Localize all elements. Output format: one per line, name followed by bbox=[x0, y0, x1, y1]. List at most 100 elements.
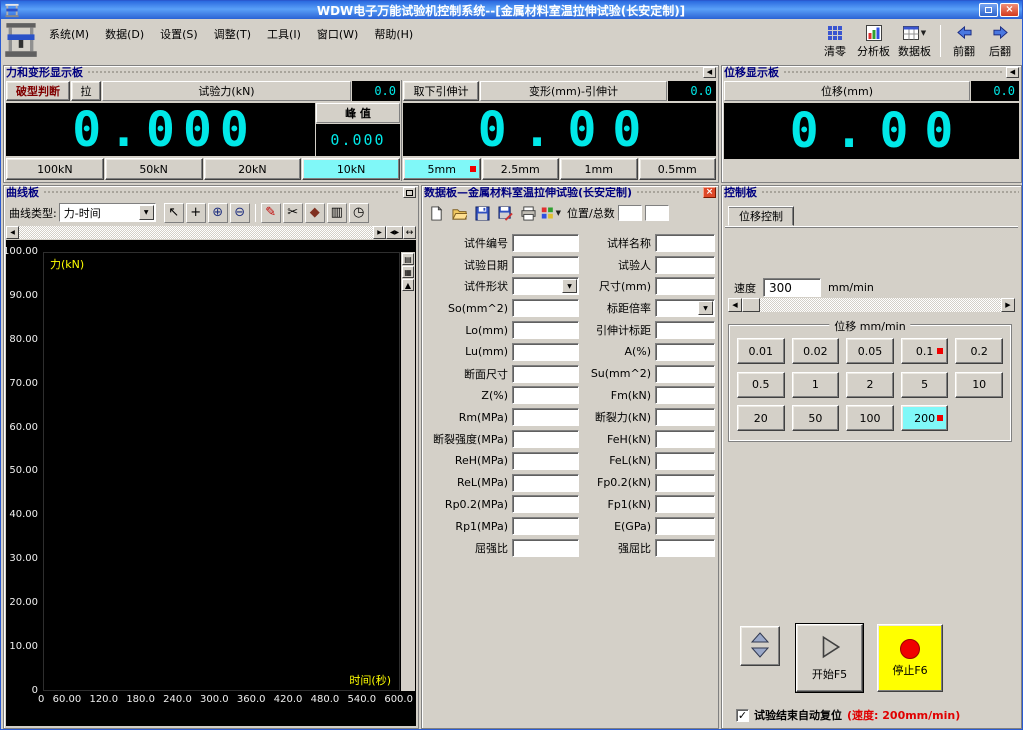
field-input[interactable] bbox=[512, 430, 579, 448]
clock-icon[interactable]: ◷ bbox=[349, 203, 369, 223]
field-input[interactable] bbox=[512, 343, 579, 361]
collapse-icon[interactable]: ◀ bbox=[703, 67, 716, 78]
curve-type-select[interactable]: 力-时间 ▼ bbox=[59, 203, 156, 222]
close-button[interactable]: × bbox=[1000, 3, 1019, 17]
save-icon[interactable] bbox=[472, 203, 492, 223]
field-input[interactable] bbox=[512, 365, 579, 383]
deform-range-button-1mm[interactable]: 1mm bbox=[560, 158, 638, 180]
field-input[interactable] bbox=[512, 256, 579, 274]
clear-zero-button[interactable]: 清零 bbox=[817, 21, 853, 61]
scroll-left-icon[interactable]: ◀ bbox=[728, 298, 742, 312]
crosshair-icon[interactable]: + bbox=[186, 203, 206, 223]
force-range-button-10kN[interactable]: 10kN bbox=[302, 158, 400, 180]
field-input[interactable] bbox=[655, 408, 715, 426]
field-input[interactable] bbox=[512, 408, 579, 426]
scroll-right-icon[interactable]: ▶ bbox=[1001, 298, 1015, 312]
field-input[interactable] bbox=[655, 495, 715, 513]
deform-range-button-2.5mm[interactable]: 2.5mm bbox=[482, 158, 560, 180]
field-input[interactable] bbox=[655, 234, 715, 252]
remove-extensometer-button[interactable]: 取下引伸计 bbox=[403, 81, 479, 101]
break-judge-button[interactable]: 破型判断 bbox=[6, 81, 70, 101]
print-icon[interactable] bbox=[518, 203, 538, 223]
speed-button-200[interactable]: 200 bbox=[901, 405, 949, 431]
deform-range-button-5mm[interactable]: 5mm bbox=[403, 158, 481, 180]
axis-grid-b-icon[interactable]: ▦ bbox=[402, 266, 414, 278]
field-input[interactable] bbox=[512, 234, 579, 252]
scrollbar-track[interactable] bbox=[760, 298, 1001, 312]
speed-input[interactable] bbox=[763, 278, 821, 297]
fit-width-icon[interactable]: ◀▶ bbox=[386, 226, 403, 239]
speed-button-20[interactable]: 20 bbox=[737, 405, 785, 431]
field-input[interactable] bbox=[655, 256, 715, 274]
speed-button-0.1[interactable]: 0.1 bbox=[901, 338, 949, 364]
page-next-button[interactable]: 后翻 bbox=[982, 21, 1018, 61]
speed-button-0.2[interactable]: 0.2 bbox=[955, 338, 1003, 364]
tension-button[interactable]: 拉 bbox=[71, 81, 101, 101]
speed-button-0.05[interactable]: 0.05 bbox=[846, 338, 894, 364]
start-button[interactable]: 开始F5 bbox=[796, 624, 863, 692]
marker-icon[interactable]: ◆ bbox=[305, 203, 325, 223]
dropdown-arrow-icon[interactable]: ▼ bbox=[556, 209, 561, 217]
field-input[interactable] bbox=[655, 386, 715, 404]
new-record-icon[interactable] bbox=[426, 203, 446, 223]
page-prev-button[interactable]: 前翻 bbox=[946, 21, 982, 61]
dropdown-arrow-icon[interactable]: ▼ bbox=[698, 301, 713, 315]
deform-range-button-0.5mm[interactable]: 0.5mm bbox=[639, 158, 717, 180]
field-input[interactable] bbox=[655, 277, 715, 295]
speed-button-1[interactable]: 1 bbox=[792, 372, 840, 398]
data-board-button[interactable]: ▼ 数据板 bbox=[894, 21, 935, 61]
field-input[interactable] bbox=[512, 452, 579, 470]
field-input[interactable] bbox=[512, 474, 579, 492]
dropdown-arrow-icon[interactable]: ▼ bbox=[562, 279, 577, 293]
force-range-button-50kN[interactable]: 50kN bbox=[105, 158, 203, 180]
pen-icon[interactable]: ✎ bbox=[261, 203, 281, 223]
field-input[interactable] bbox=[655, 539, 715, 557]
zoom-in-icon[interactable]: ⊕ bbox=[208, 203, 228, 223]
speed-button-10[interactable]: 10 bbox=[955, 372, 1003, 398]
field-input[interactable] bbox=[512, 386, 579, 404]
export-icon[interactable] bbox=[495, 203, 515, 223]
field-input[interactable] bbox=[512, 299, 579, 317]
speed-button-50[interactable]: 50 bbox=[792, 405, 840, 431]
field-input[interactable] bbox=[512, 495, 579, 513]
scrollbar-track[interactable] bbox=[19, 226, 373, 239]
field-input[interactable] bbox=[512, 517, 579, 535]
auto-reset-checkbox[interactable]: ✓ bbox=[736, 709, 749, 722]
field-input[interactable] bbox=[512, 321, 579, 339]
scrollbar-thumb[interactable] bbox=[742, 298, 760, 312]
speed-button-0.5[interactable]: 0.5 bbox=[737, 372, 785, 398]
restore-button[interactable] bbox=[979, 3, 998, 17]
scissors-icon[interactable]: ✂ bbox=[283, 203, 303, 223]
field-input[interactable] bbox=[655, 365, 715, 383]
force-range-button-20kN[interactable]: 20kN bbox=[204, 158, 302, 180]
cursor-icon[interactable]: ↖ bbox=[164, 203, 184, 223]
stop-button[interactable]: 停止F6 bbox=[877, 624, 943, 692]
speed-button-5[interactable]: 5 bbox=[901, 372, 949, 398]
menu-item[interactable]: 调整(T) bbox=[206, 23, 259, 45]
speed-button-100[interactable]: 100 bbox=[846, 405, 894, 431]
axis-grid-a-icon[interactable]: ▤ bbox=[402, 253, 414, 265]
open-file-icon[interactable] bbox=[449, 203, 469, 223]
speed-button-2[interactable]: 2 bbox=[846, 372, 894, 398]
menu-item[interactable]: 帮助(H) bbox=[366, 23, 421, 45]
tab-displacement-control[interactable]: 位移控制 bbox=[728, 206, 794, 226]
scroll-right-icon[interactable]: ▶ bbox=[373, 226, 386, 239]
field-input[interactable] bbox=[655, 321, 715, 339]
field-input[interactable] bbox=[655, 430, 715, 448]
dropdown-arrow-icon[interactable]: ▼ bbox=[139, 205, 154, 220]
menu-item[interactable]: 数据(D) bbox=[97, 23, 152, 45]
palette-icon[interactable]: ▼ bbox=[541, 203, 561, 223]
menu-item[interactable]: 设置(S) bbox=[152, 23, 206, 45]
plot-area[interactable]: 力(kN) 时间(秒) bbox=[43, 252, 400, 691]
span-icon[interactable]: ↔ bbox=[403, 226, 416, 239]
field-input[interactable] bbox=[655, 452, 715, 470]
zoom-out-icon[interactable]: ⊖ bbox=[230, 203, 250, 223]
menu-item[interactable]: 工具(I) bbox=[259, 23, 309, 45]
speed-button-0.01[interactable]: 0.01 bbox=[737, 338, 785, 364]
menu-item[interactable]: 窗口(W) bbox=[309, 23, 366, 45]
force-range-button-100kN[interactable]: 100kN bbox=[6, 158, 104, 180]
scale-grid-icon[interactable]: ▥ bbox=[327, 203, 347, 223]
jog-updown-button[interactable] bbox=[740, 626, 780, 666]
field-input[interactable] bbox=[655, 343, 715, 361]
speed-button-0.02[interactable]: 0.02 bbox=[792, 338, 840, 364]
